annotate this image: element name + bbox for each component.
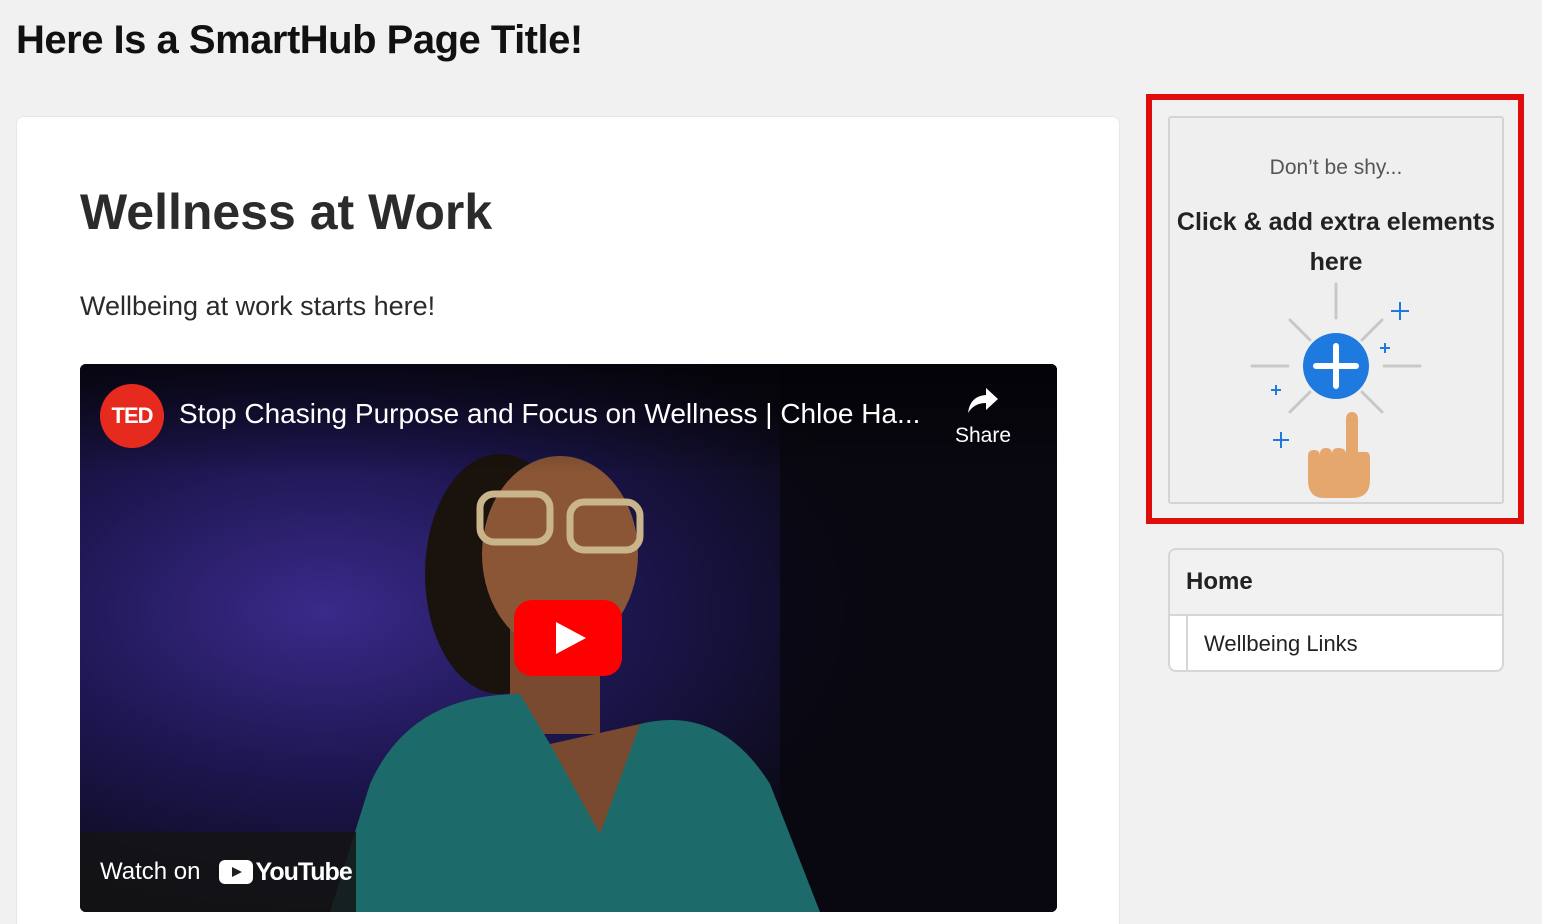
share-label: Share [954, 424, 1012, 447]
page-title: Here Is a SmartHub Page Title! [16, 18, 583, 62]
add-element-highlight: Don’t be shy... Click & add extra elemen… [1146, 94, 1524, 524]
watch-on-youtube-button[interactable]: Watch on YouTube [80, 832, 356, 912]
section-heading: Wellness at Work [80, 184, 493, 240]
youtube-play-icon [218, 860, 253, 884]
watch-on-label: Watch on [100, 858, 201, 885]
video-title[interactable]: Stop Chasing Purpose and Focus on Wellne… [179, 398, 929, 430]
youtube-logo-text: YouTube [255, 857, 353, 886]
channel-avatar[interactable]: TED [100, 384, 164, 448]
nav-item-wellbeing-links[interactable]: Wellbeing Links [1186, 616, 1502, 670]
content-card: Wellness at Work Wellbeing at work start… [16, 116, 1120, 924]
share-button[interactable]: Share [948, 386, 1018, 466]
youtube-logo: YouTube [218, 857, 353, 887]
video-embed[interactable]: TED Stop Chasing Purpose and Focus on We… [80, 364, 1057, 912]
section-text: Wellbeing at work starts here! [80, 291, 436, 321]
nav-item-home[interactable]: Home [1170, 550, 1502, 616]
add-element-cta: Click & add extra elements here [1176, 208, 1496, 276]
play-icon[interactable] [514, 600, 622, 676]
add-element-hint: Don’t be shy... [1269, 156, 1403, 179]
share-icon [968, 388, 998, 413]
page-navigation: Home Wellbeing Links [1168, 548, 1504, 672]
add-element-illustration [1250, 282, 1422, 498]
add-element-placeholder[interactable]: Don’t be shy... Click & add extra elemen… [1168, 116, 1504, 504]
